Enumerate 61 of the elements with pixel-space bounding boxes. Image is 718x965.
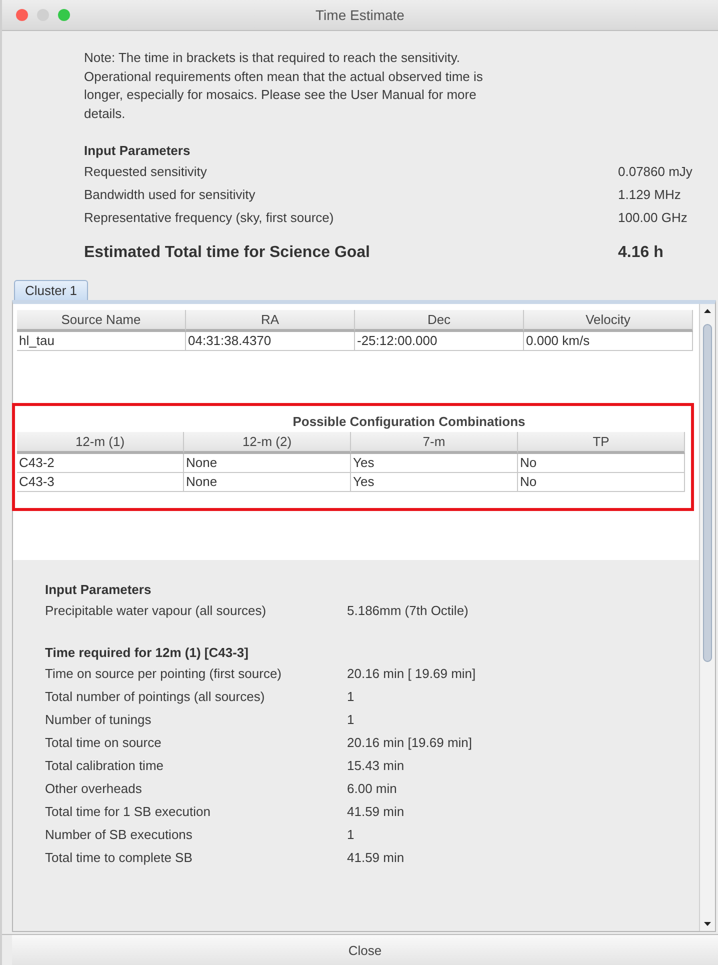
parameter-value: 6.00 min [347,780,398,798]
parameter-value: 1.129 MHz [618,186,682,204]
note-text: Note: The time in brackets is that required to reach the sensitivity. Operational requirements often mean that the actual observed time is longer, especially for mosaics. Please see the User Manual for more details. [84,49,484,122]
minimize-icon[interactable] [37,9,49,21]
table-cell: -25:12:00.000 [355,332,524,351]
section-heading: Input Parameters [84,143,192,158]
parameter-label: Time on source per pointing (first source) [45,665,283,683]
parameter-value: 1 [347,826,356,844]
parameter-label: Total calibration time [45,757,164,775]
table-cell: None [184,473,351,492]
table-cell: Yes [351,473,518,492]
parameter-value: 1 [347,711,356,729]
parameter-value: 1 [347,688,356,706]
parameter-label: Total time on source [45,734,162,752]
parameter-value: 41.59 min [347,803,406,821]
table-cell: No [518,473,685,492]
column-header[interactable]: Source Name [17,310,186,332]
table-cell: No [518,454,685,473]
parameter-label: Other overheads [45,780,143,798]
parameter-value: 20.16 min [19.69 min] [347,734,474,752]
parameter-value: 100.00 GHz [618,209,688,227]
parameter-label: Number of tunings [45,711,152,729]
scroll-thumb[interactable] [703,324,712,662]
parameter-label: Total number of pointings (all sources) [45,688,266,706]
parameter-value: 41.59 min [347,849,406,867]
parameter-label: Bandwidth used for sensitivity [84,186,256,204]
parameter-value: 15.43 min [347,757,406,775]
parameter-label: Number of SB executions [45,826,194,844]
table-cell: 0.000 km/s [524,332,693,351]
parameter-label: Representative frequency (sky, first source) [84,209,335,227]
table-cell: 04:31:38.4370 [186,332,355,351]
zoom-icon[interactable] [58,9,70,21]
close-button[interactable]: Close [12,935,718,965]
parameter-value: 20.16 min [ 19.69 min] [347,665,477,683]
tab[interactable]: Cluster 1 [14,280,88,300]
table-cell: C43-3 [17,473,184,492]
parameter-value: 0.07860 mJy [618,163,694,181]
table-cell: None [184,454,351,473]
parameter-value: 5.186mm (7th Octile) [347,602,470,620]
column-header[interactable]: 12-m (1) [17,432,184,454]
table-title: Possible Configuration Combinations [292,413,526,431]
column-header[interactable]: Dec [355,310,524,332]
total-value: 4.16 h [618,244,664,262]
parameter-label: Total time for 1 SB execution [45,803,212,821]
total-label: Estimated Total time for Science Goal [84,244,371,262]
close-icon[interactable] [16,9,28,21]
section-heading: Input Parameters [45,582,152,597]
column-header[interactable]: 7-m [351,432,518,454]
table-cell: Yes [351,454,518,473]
column-header[interactable]: 12-m (2) [184,432,351,454]
table-cell: hl_tau [17,332,186,351]
section-heading: Time required for 12m (1) [C43-3] [45,645,250,660]
column-header[interactable]: RA [186,310,355,332]
parameter-label: Requested sensitivity [84,163,208,181]
column-header[interactable]: Velocity [524,310,693,332]
parameter-label: Precipitable water vapour (all sources) [45,602,268,620]
scrollbar[interactable] [699,304,715,931]
window-title: Time Estimate [316,7,404,23]
table-cell: C43-2 [17,454,184,473]
parameter-label: Total time to complete SB [45,849,194,867]
column-header[interactable]: TP [518,432,685,454]
